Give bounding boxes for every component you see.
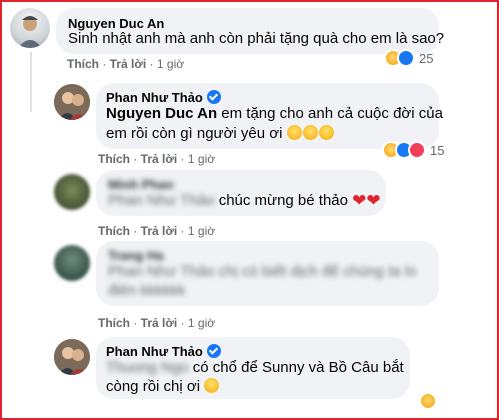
comment-text: Thuong Ngo có chổ để Sunny và Bồ Câu bắt [106, 359, 404, 376]
comment-actions: Thích · Trả lời · 1 giờ [98, 224, 216, 238]
comment-actions: Thích · Trả lời · 1 giờ [98, 152, 216, 166]
reply-button[interactable]: Trả lời [141, 224, 178, 238]
avatar[interactable] [54, 339, 90, 375]
verified-badge-icon [206, 344, 221, 358]
heart-icon: ❤ [352, 191, 367, 210]
comment-time[interactable]: 1 giờ [188, 152, 215, 166]
heart-icon: ❤ [366, 191, 381, 210]
kiss-emoji-icon [318, 125, 334, 140]
kiss-emoji-icon [302, 125, 318, 140]
verified-badge-icon [206, 90, 221, 104]
like-icon [397, 49, 415, 67]
mention-tag[interactable]: Nguyen Duc An [106, 105, 217, 122]
comment-author[interactable]: Phan Như Thảo [106, 90, 221, 105]
reaction-count: 25 [419, 50, 434, 66]
like-button[interactable]: Thích [98, 316, 130, 330]
reply-button[interactable]: Trả lời [141, 152, 178, 166]
like-button[interactable]: Thích [98, 224, 130, 238]
kiss-emoji-icon [286, 125, 302, 140]
comment-author[interactable]: Phan Như Thảo [106, 344, 221, 359]
comment-bubble: Minh Phan Phan Như Thảo chúc mừng bé thả… [96, 170, 386, 216]
mention-tag[interactable]: Phan Như Thảo [108, 192, 215, 209]
reaction-summary[interactable]: 15 [382, 141, 444, 159]
comment-text: Sinh nhật anh mà anh còn phải tặng quà c… [68, 30, 445, 47]
comment-bubble: Phan Như Thảo Thuong Ngo có chổ để Sunny… [96, 337, 410, 399]
comment-time[interactable]: 1 giờ [188, 224, 215, 238]
comment-actions: Thích · Trả lời · 1 giờ [98, 316, 216, 330]
comment-bubble: Nguyen Duc An Sinh nhật anh mà anh còn p… [56, 8, 445, 54]
comment-actions: Thích · Trả lời · 1 giờ [67, 57, 185, 71]
love-icon [408, 141, 426, 159]
avatar[interactable] [54, 174, 90, 210]
avatar[interactable] [54, 245, 90, 281]
reaction-summary[interactable]: 25 [384, 49, 433, 67]
comment-text: Nguyen Duc An em tặng cho anh cả cuộc đờ… [106, 105, 443, 122]
thread-line [30, 52, 32, 112]
comment-text: điên kkkkkk [108, 282, 186, 299]
comment-text: Phan Như Thảo chúc mừng bé thảo ❤❤ [108, 191, 381, 210]
like-button[interactable]: Thích [67, 57, 99, 71]
comment-bubble: Trang Ha Phan Như Thảo chị có biết dịch … [96, 241, 439, 306]
reaction-summary[interactable] [419, 392, 437, 410]
reply-button[interactable]: Trả lời [110, 57, 147, 71]
comment-bubble: Phan Như Thảo Nguyen Duc An em tặng cho … [96, 83, 443, 149]
comment-text: còng rồi chị ơi [106, 377, 220, 397]
comment-time[interactable]: 1 giờ [157, 57, 184, 71]
reply-button[interactable]: Trả lời [141, 316, 178, 330]
smiling-hearts-emoji-icon [204, 378, 220, 393]
avatar[interactable] [10, 8, 50, 48]
haha-icon [419, 392, 437, 410]
comment-text: Phan Như Thảo chị có biết dịch để chúng … [108, 263, 417, 280]
comment-author[interactable]: Trang Ha [108, 248, 164, 263]
comment-author[interactable]: Minh Phan [108, 177, 174, 192]
comment-time[interactable]: 1 giờ [188, 316, 215, 330]
avatar[interactable] [54, 84, 90, 120]
mention-tag[interactable]: Thuong Ngo [106, 359, 189, 376]
like-button[interactable]: Thích [98, 152, 130, 166]
reaction-count: 15 [430, 142, 445, 158]
